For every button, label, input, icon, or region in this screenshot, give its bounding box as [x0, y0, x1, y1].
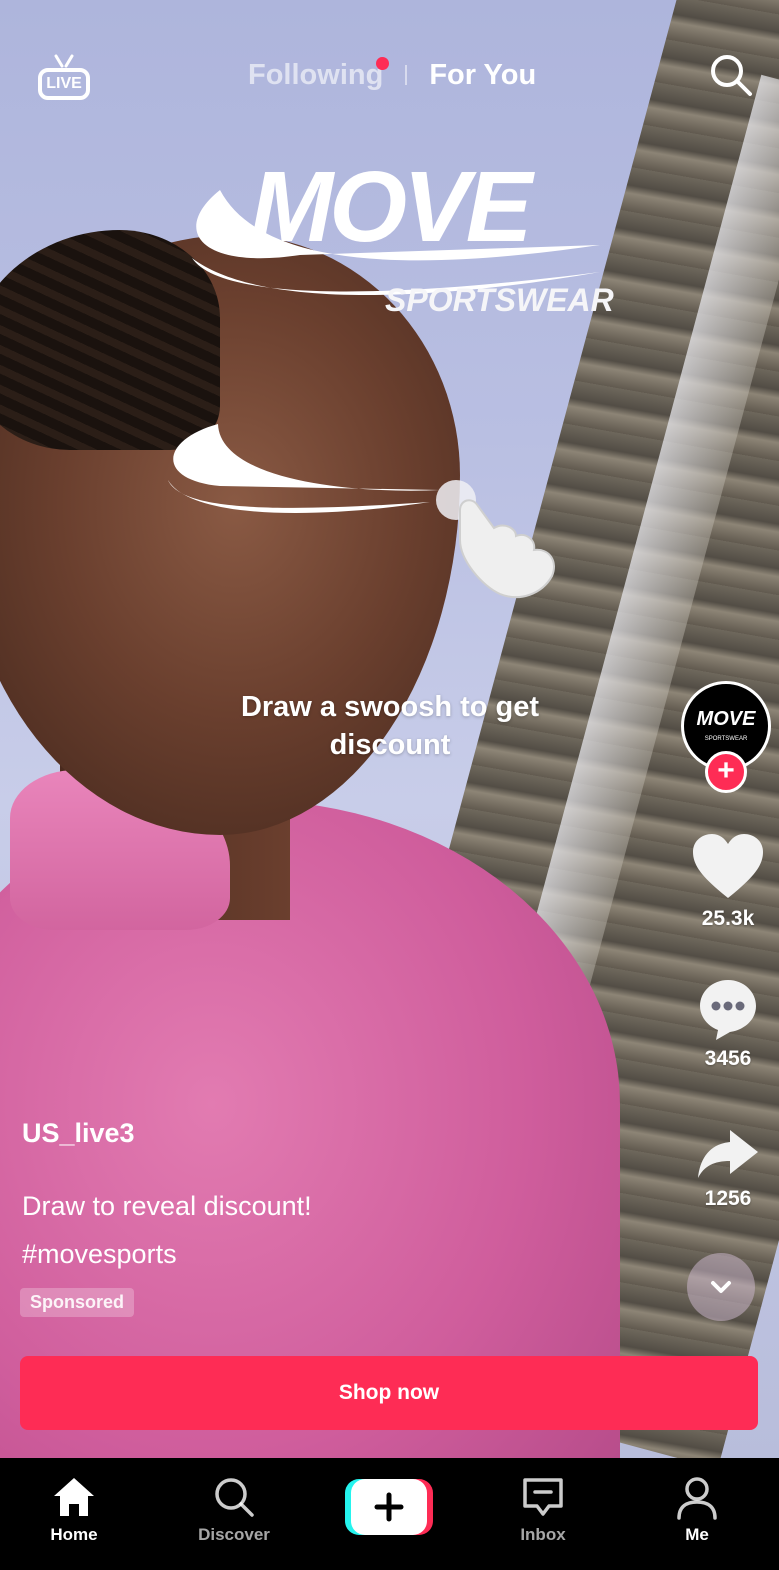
- nav-home[interactable]: Home: [14, 1458, 134, 1570]
- share-button[interactable]: 1256: [680, 1128, 776, 1211]
- live-icon[interactable]: LIVE: [38, 52, 94, 104]
- notification-dot: [376, 56, 390, 70]
- bottom-nav: Home Discover Inbox Me: [0, 1458, 779, 1570]
- share-icon: [698, 1130, 758, 1178]
- live-label: LIVE: [38, 68, 90, 100]
- comment-count: 3456: [704, 1047, 752, 1070]
- nav-me-label: Me: [685, 1525, 709, 1544]
- caption-text: Draw to reveal discount!: [22, 1191, 312, 1221]
- feed-tabs: Following For You: [248, 55, 536, 95]
- like-button[interactable]: 25.3k: [680, 834, 776, 931]
- nav-home-label: Home: [50, 1525, 98, 1544]
- nav-discover-label: Discover: [198, 1525, 270, 1544]
- nav-discover[interactable]: Discover: [174, 1458, 294, 1570]
- top-nav: LIVE Following For You: [0, 0, 779, 150]
- discover-icon: [215, 1478, 254, 1517]
- hand-pointer-icon: [436, 480, 555, 599]
- follow-button[interactable]: +: [705, 751, 747, 793]
- nav-inbox-label: Inbox: [520, 1525, 566, 1544]
- hashtag-link[interactable]: #movesports: [22, 1230, 312, 1278]
- swoosh-prompt: Draw a swoosh to get discount: [240, 691, 540, 761]
- like-count: 25.3k: [701, 907, 755, 930]
- chevron-down-icon[interactable]: [687, 1253, 755, 1321]
- tab-separator: [405, 65, 408, 85]
- avatar-brand-sub: SPORTSWEAR: [704, 736, 748, 742]
- swoosh-gesture-hint[interactable]: [160, 410, 580, 610]
- caption: Draw to reveal discount! #movesports: [22, 1182, 312, 1278]
- comment-button[interactable]: 3456: [680, 978, 776, 1071]
- heart-icon: [693, 834, 763, 898]
- tab-for-you[interactable]: For You: [429, 59, 536, 92]
- tab-following-label: Following: [248, 58, 384, 91]
- search-icon[interactable]: [708, 52, 754, 98]
- swoosh-icon: [168, 424, 440, 513]
- tab-following[interactable]: Following: [248, 56, 390, 92]
- avatar-brand-name: MOVE: [696, 708, 756, 730]
- profile-icon: [677, 1477, 717, 1520]
- home-icon: [54, 1478, 94, 1516]
- sponsored-badge: Sponsored: [20, 1288, 135, 1317]
- comment-icon: [700, 980, 756, 1040]
- inbox-icon: [523, 1478, 563, 1516]
- share-count: 1256: [704, 1187, 752, 1210]
- brand-name: MOVE: [250, 151, 532, 263]
- brand-logo: MOVE SPORTSWEAR: [180, 150, 640, 330]
- nav-me[interactable]: Me: [637, 1458, 757, 1570]
- create-button[interactable]: [345, 1479, 433, 1535]
- nav-inbox[interactable]: Inbox: [483, 1458, 603, 1570]
- username[interactable]: US_live3: [22, 1118, 135, 1149]
- brand-subtitle: SPORTSWEAR: [385, 282, 614, 318]
- tab-for-you-label: For You: [429, 58, 537, 91]
- shop-now-button[interactable]: Shop now: [20, 1356, 758, 1430]
